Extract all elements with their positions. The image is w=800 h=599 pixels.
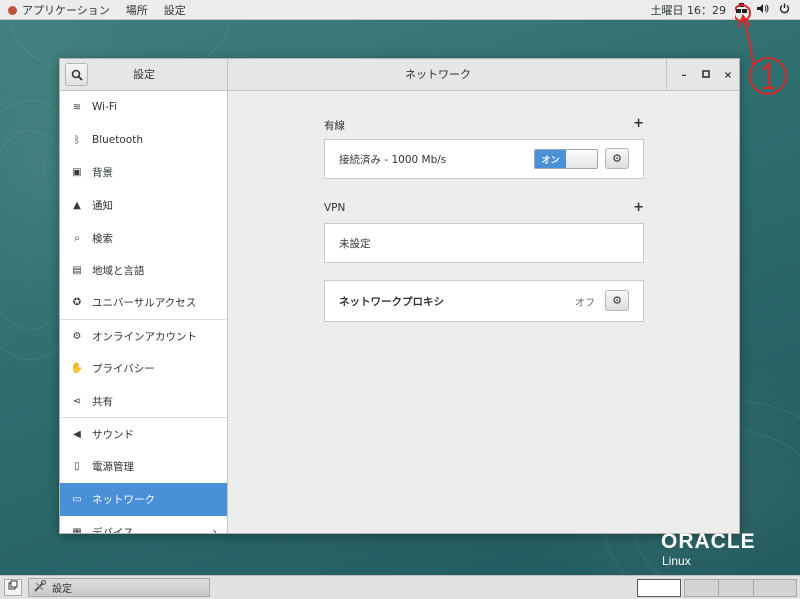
- gear-icon: ⚙: [612, 152, 622, 165]
- vpn-heading: VPN: [324, 202, 346, 214]
- sidebar-item-wifi[interactable]: ≋ Wi-Fi: [60, 91, 227, 124]
- places-menu[interactable]: 場所: [126, 2, 148, 18]
- vpn-row: 未設定: [325, 224, 643, 262]
- gear-icon: ⚙: [612, 294, 622, 307]
- vpn-status: 未設定: [339, 237, 371, 250]
- settings-window: 設定 ネットワーク – × ≋ Wi-Fi ᛒ Bluetooth ▣ 背景 ▲ 通知 …: [59, 58, 740, 534]
- vpn-section-header: VPN +: [324, 200, 644, 215]
- wired-status: 接続済み - 1000 Mb/s: [339, 153, 447, 166]
- sidebar-item-label: 共有: [92, 395, 113, 408]
- settings-sidebar: ≋ Wi-Fi ᛒ Bluetooth ▣ 背景 ▲ 通知 ⌕ 検索 ▤ 地域と言語 ✪ ユニ…: [60, 91, 228, 534]
- wired-card: 接続済み - 1000 Mb/s オン ⚙: [324, 139, 644, 179]
- workspace-4[interactable]: [753, 579, 797, 597]
- sidebar-item-label: 背景: [92, 167, 113, 180]
- show-desktop-button[interactable]: [4, 579, 22, 596]
- window-controls: – ×: [666, 59, 739, 91]
- proxy-settings-button[interactable]: ⚙: [605, 290, 629, 311]
- linux-label: Linux: [662, 554, 691, 568]
- sidebar-item-label: ネットワーク: [92, 494, 155, 507]
- devices-icon: ▦: [72, 526, 82, 534]
- taskbar-window-settings[interactable]: 設定: [28, 578, 210, 597]
- sidebar-item-universal-access[interactable]: ✪ ユニバーサルアクセス: [60, 287, 227, 320]
- show-desktop-icon: [8, 580, 18, 590]
- sidebar-item-bluetooth[interactable]: ᛒ Bluetooth: [60, 124, 227, 157]
- oracle-linux-logo: ORACLE Linux: [661, 530, 776, 569]
- sidebar-item-network[interactable]: ▭ ネットワーク: [60, 483, 227, 516]
- add-vpn-button[interactable]: +: [633, 200, 644, 215]
- network-icon: ▭: [72, 494, 82, 506]
- sidebar-item-search[interactable]: ⌕ 検索: [60, 222, 227, 255]
- oracle-brand: ORACLE: [661, 530, 756, 553]
- sidebar-item-label: 検索: [92, 232, 113, 245]
- settings-menu[interactable]: 設定: [164, 2, 186, 18]
- top-bar: アプリケーション 場所 設定 土曜日 16：29: [0, 0, 800, 20]
- proxy-state: オフ: [575, 297, 595, 309]
- sidebar-item-privacy[interactable]: ✋ プライバシー: [60, 353, 227, 386]
- sidebar-item-label: Bluetooth: [92, 134, 143, 147]
- bluetooth-icon: ᛒ: [74, 134, 80, 146]
- wifi-icon: ≋: [72, 101, 82, 113]
- background-icon: ▣: [72, 167, 82, 179]
- sidebar-item-devices[interactable]: ▦ デバイス ›: [60, 516, 227, 534]
- annotation-arrow-one-digit: [762, 62, 775, 89]
- add-wired-button[interactable]: +: [633, 116, 644, 133]
- sidebar-item-label: 地域と言語: [92, 265, 145, 278]
- online-accounts-icon: ⚙: [72, 330, 82, 342]
- proxy-label: ネットワークプロキシ: [339, 295, 444, 308]
- applications-label: アプリケーション: [22, 3, 110, 17]
- sidebar-item-label: デバイス: [92, 526, 134, 534]
- search-button[interactable]: [65, 63, 88, 86]
- close-button[interactable]: ×: [717, 70, 739, 81]
- wired-toggle-switch[interactable]: オン: [534, 149, 598, 169]
- sidebar-item-label: プライバシー: [92, 363, 155, 376]
- workspace-1[interactable]: [637, 579, 681, 597]
- sidebar-header: 設定: [60, 59, 228, 91]
- sidebar-item-sound[interactable]: ◀ サウンド: [60, 418, 227, 451]
- search-icon: [71, 69, 83, 81]
- settings-tools-icon: [33, 579, 46, 596]
- share-icon: ⋖: [72, 395, 82, 407]
- accessibility-icon: ✪: [72, 297, 82, 309]
- sidebar-item-notifications[interactable]: ▲ 通知: [60, 189, 227, 222]
- sidebar-item-label: Wi-Fi: [92, 101, 118, 114]
- region-icon: ▤: [72, 265, 82, 277]
- privacy-hand-icon: ✋: [70, 363, 84, 375]
- proxy-row[interactable]: ネットワークプロキシ オフ ⚙: [325, 281, 643, 321]
- sidebar-item-background[interactable]: ▣ 背景: [60, 156, 227, 189]
- chevron-right-icon: ›: [212, 525, 217, 534]
- panel-title: ネットワーク: [405, 68, 471, 81]
- proxy-card: ネットワークプロキシ オフ ⚙: [324, 280, 644, 322]
- network-panel: 有線 + 接続済み - 1000 Mb/s オン ⚙ VPN + 未設定 ネット…: [228, 91, 739, 533]
- sidebar-item-label: サウンド: [92, 428, 134, 441]
- sidebar-item-online-accounts[interactable]: ⚙ オンラインアカウント: [60, 320, 227, 353]
- bell-icon: ▲: [73, 199, 81, 211]
- sidebar-item-label: オンラインアカウント: [92, 330, 197, 343]
- wired-section-header: 有線 +: [324, 116, 644, 133]
- app-logo-icon: [8, 5, 17, 15]
- bottom-taskbar: 設定: [0, 575, 800, 599]
- wired-connection-row: 接続済み - 1000 Mb/s オン ⚙: [325, 140, 643, 178]
- sidebar-item-label: 電源管理: [92, 461, 134, 474]
- maximize-button[interactable]: [695, 69, 717, 81]
- search-icon: ⌕: [74, 232, 80, 244]
- toggle-on-label: オン: [535, 150, 566, 168]
- maximize-icon: [702, 69, 710, 78]
- sidebar-item-power[interactable]: ▯ 電源管理: [60, 451, 227, 484]
- window-titlebar[interactable]: 設定 ネットワーク – ×: [60, 59, 739, 91]
- power-icon: ▯: [74, 461, 80, 473]
- sidebar-item-sharing[interactable]: ⋖ 共有: [60, 385, 227, 418]
- vpn-card: 未設定: [324, 223, 644, 263]
- clock[interactable]: 土曜日 16：29: [651, 2, 727, 18]
- taskbar-window-label: 設定: [52, 584, 72, 595]
- sound-icon: ◀: [73, 428, 81, 440]
- toggle-knob: [566, 150, 597, 168]
- wired-heading: 有線: [324, 120, 345, 132]
- minimize-button[interactable]: –: [673, 70, 695, 81]
- sidebar-item-region[interactable]: ▤ 地域と言語: [60, 254, 227, 287]
- wired-settings-button[interactable]: ⚙: [605, 148, 629, 169]
- applications-menu[interactable]: アプリケーション: [8, 2, 110, 18]
- settings-title: 設定: [133, 68, 155, 81]
- sidebar-item-label: ユニバーサルアクセス: [92, 297, 197, 310]
- sidebar-item-label: 通知: [92, 199, 113, 212]
